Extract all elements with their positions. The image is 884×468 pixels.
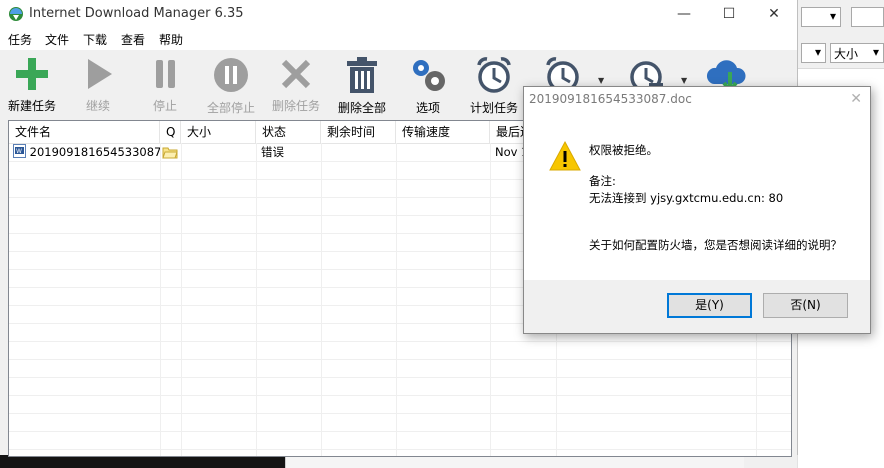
stop-all-button[interactable]: 全部停止 [203,56,259,116]
minimize-button[interactable]: — [661,0,707,28]
menu-tasks[interactable]: 任务 [8,31,32,48]
stop-label: 停止 [152,99,177,113]
menu-file[interactable]: 文件 [45,31,69,48]
title-bar: Internet Download Manager 6.35 — ☐ ✕ [0,0,797,28]
word-document-icon: W [13,144,26,158]
play-icon [88,59,112,89]
error-dialog: 201909181654533087.doc ✕ 权限被拒绝。 备注: 无法连接… [523,86,871,334]
background-combo-3[interactable]: ▾ [801,43,826,63]
dialog-note: 无法连接到 yjsy.gxtcmu.edu.cn: 80 [589,191,784,205]
chevron-down-icon[interactable]: ▼ [681,76,687,85]
dialog-message: 权限被拒绝。 [589,143,658,157]
menu-download[interactable]: 下载 [83,31,107,48]
pause-circle-icon [214,58,248,92]
chevron-down-icon: ▾ [872,45,879,59]
chevron-down-icon[interactable]: ▼ [598,76,604,85]
menu-bar: 任务 文件 下载 查看 帮助 [0,28,797,50]
alarm-clock-icon [477,57,511,93]
yes-button[interactable]: 是(Y) [667,293,752,318]
table-row-empty [9,414,791,432]
column-speed[interactable]: 传输速度 [396,121,490,143]
svg-text:W: W [16,148,22,155]
pause-icon [156,60,175,88]
no-button[interactable]: 否(N) [763,293,848,318]
resume-button[interactable]: 继续 [75,56,121,114]
speed-cell [396,144,490,161]
chevron-down-icon: ▾ [814,45,821,59]
dialog-question: 关于如何配置防火墙，您是否想阅读详细的说明？ [589,238,842,252]
dialog-footer: 是(Y) 否(N) [524,280,870,333]
background-combo-1[interactable]: ▾ [801,7,841,27]
stop-button[interactable]: 停止 [142,56,188,114]
column-status[interactable]: 状态 [256,121,321,143]
dialog-body: 权限被拒绝。 备注: 无法连接到 yjsy.gxtcmu.edu.cn: 80 … [524,117,870,280]
size-cell [181,144,256,161]
resume-label: 继续 [85,99,110,113]
add-task-button[interactable]: 新建任务 [6,56,58,114]
close-button[interactable]: ✕ [751,0,797,28]
column-time-left[interactable]: 剩余时间 [321,121,396,143]
warning-icon [549,140,581,171]
menu-help[interactable]: 帮助 [159,31,183,48]
status-cell: 错误 [261,145,284,159]
add-task-label: 新建任务 [7,99,56,113]
background-combo-2[interactable] [851,7,884,27]
sort-combo-label: 大小 [834,47,859,61]
dialog-title: 201909181654533087.doc [529,92,692,106]
x-delete-icon [281,59,311,89]
idm-logo-icon [9,7,23,21]
table-row-empty [9,378,791,396]
table-row-empty [9,432,791,450]
column-size[interactable]: 大小 [181,121,256,143]
plus-icon [16,58,48,90]
background-window-header: ▾ [797,0,884,36]
menu-view[interactable]: 查看 [121,31,145,48]
table-row-empty [9,360,791,378]
scheduler-button[interactable]: 计划任务 [466,56,522,116]
chevron-down-icon: ▾ [829,9,836,23]
trash-icon [347,57,377,93]
table-row-empty [9,342,791,360]
options-button[interactable]: 选项 [405,56,451,116]
maximize-button[interactable]: ☐ [706,0,752,28]
delete-all-button[interactable]: 删除全部 [334,56,390,116]
table-row-empty [9,396,791,414]
options-label: 选项 [415,101,440,115]
stop-all-label: 全部停止 [206,101,255,115]
window-title: Internet Download Manager 6.35 [29,6,244,21]
dialog-note-label: 备注: [589,174,616,188]
gear-icon [413,60,445,91]
queue-cell [160,144,181,161]
filename-cell: W 201909181654533087.... [9,144,160,161]
delete-all-label: 删除全部 [337,101,386,115]
background-window-toolbar: ▾ 大小 ▾ [797,36,884,69]
column-q[interactable]: Q [160,121,181,143]
delete-task-label: 删除任务 [271,99,320,113]
background-sort-combo[interactable]: 大小 ▾ [830,43,884,63]
dialog-close-button[interactable]: ✕ [850,91,862,107]
scheduler-label: 计划任务 [469,101,518,115]
time-left-cell [321,144,396,161]
delete-task-button[interactable]: 删除任务 [268,56,324,114]
column-filename[interactable]: 文件名 [9,121,160,143]
folder-icon [162,147,178,159]
filename-text: 201909181654533087.... [29,145,160,159]
